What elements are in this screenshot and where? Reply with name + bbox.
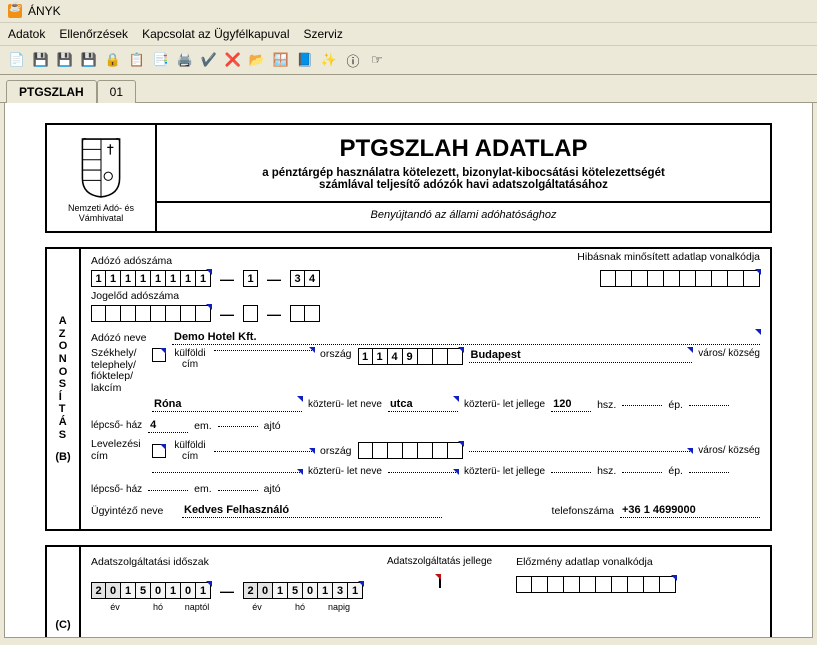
tab-ptgszlah[interactable]: PTGSZLAH <box>6 80 97 103</box>
lepcsohaz-input-2[interactable] <box>689 470 729 473</box>
varos-input-2[interactable] <box>469 449 693 452</box>
kulfoldi-checkbox-2[interactable] <box>152 444 166 458</box>
kulfoldi-checkbox-1[interactable] <box>152 348 166 362</box>
toolbar-check-icon[interactable]: ✔️ <box>198 49 220 71</box>
toolbar-print-icon[interactable]: 🖨️ <box>174 49 196 71</box>
toolbar-info-icon[interactable]: ⓘ <box>342 49 364 71</box>
elozmeny-barcode-input[interactable] <box>516 576 676 593</box>
toolbar-cancel-icon[interactable]: ❌ <box>222 49 244 71</box>
telefon-input[interactable]: +36 1 4699000 <box>620 503 760 518</box>
kozterulet-input-2[interactable] <box>152 470 302 473</box>
lev-label: Levelezési cím <box>91 439 146 462</box>
java-icon <box>8 4 22 18</box>
toolbar-saveall-icon[interactable]: 💾 <box>78 49 100 71</box>
ugyintezo-input[interactable]: Kedves Felhasználó <box>182 503 442 518</box>
toolbar-new-icon[interactable]: 📄 <box>6 49 28 71</box>
section-c: (C) Adatszolgáltatási időszak 20150101 —… <box>45 545 772 638</box>
toolbar-wand-icon[interactable]: ✨ <box>318 49 340 71</box>
form-note: Benyújtandó az állami adóhatósághoz <box>157 201 770 227</box>
tab-row: PTGSZLAH 01 <box>0 75 817 103</box>
telefon-label: telefonszáma <box>552 505 614 517</box>
adozo-neve-input[interactable]: Demo Hotel Kft. <box>172 330 760 345</box>
hsz-input-1[interactable]: 120 <box>551 397 591 412</box>
hiba-barcode-input[interactable] <box>600 270 760 287</box>
tab-page-01[interactable]: 01 <box>97 80 136 103</box>
section-b-letterbar: AZONOSÍTÁS (B) <box>47 249 81 529</box>
menu-ellenorzesek[interactable]: Ellenőrzések <box>59 27 128 41</box>
menu-adatok[interactable]: Adatok <box>8 27 45 41</box>
jogelod-label: Jogelőd adószáma <box>91 290 760 302</box>
form-title: PTGSZLAH ADATLAP <box>157 125 770 167</box>
toolbar-form-icon[interactable]: 📑 <box>150 49 172 71</box>
ajto-input-1[interactable] <box>218 424 258 427</box>
ep-input-2[interactable] <box>622 470 662 473</box>
form-content: Nemzeti Adó- és Vámhivatal PTGSZLAH ADAT… <box>4 103 813 638</box>
addr-label: Székhely/ telephely/ fióktelep/ lakcím <box>91 348 146 394</box>
period-from-input[interactable]: 20150101 <box>91 582 211 599</box>
irsz-input-2[interactable] <box>358 442 463 459</box>
form-header: Nemzeti Adó- és Vámhivatal PTGSZLAH ADAT… <box>45 123 772 233</box>
form-subtitle: a pénztárgép használatra kötelezett, biz… <box>157 167 770 201</box>
toolbar-window-icon[interactable]: 🪟 <box>270 49 292 71</box>
toolbar-saveas-icon[interactable]: 💾 <box>54 49 76 71</box>
kozterulet-input-1[interactable]: Róna <box>152 397 302 412</box>
orszag-input-1[interactable] <box>214 348 314 351</box>
ep-input-1[interactable] <box>622 403 662 406</box>
varos-input-1[interactable]: Budapest <box>469 348 693 363</box>
toolbar: 📄 💾 💾 💾 🔒 📋 📑 🖨️ ✔️ ❌ 📂 🪟 📘 ✨ ⓘ ☞ <box>0 46 817 75</box>
em-input-2[interactable] <box>148 488 188 491</box>
jelleg-checkbox[interactable] <box>439 574 441 588</box>
menu-szerviz[interactable]: Szerviz <box>303 27 342 41</box>
jelleg-label: Adatszolgáltatás jellege <box>387 556 492 567</box>
coat-of-arms-icon <box>53 133 149 203</box>
window-title: ÁNYK <box>28 4 61 18</box>
toolbar-open-icon[interactable]: 📂 <box>246 49 268 71</box>
kozterulet-jelleg-input-1[interactable]: utca <box>388 397 458 412</box>
toolbar-save-icon[interactable]: 💾 <box>30 49 52 71</box>
irsz-input-1[interactable]: 1149 <box>358 348 463 365</box>
toolbar-lock-icon[interactable]: 🔒 <box>102 49 124 71</box>
hsz-input-2[interactable] <box>551 470 591 473</box>
idoszak-label: Adatszolgáltatási időszak <box>91 556 363 568</box>
section-b: AZONOSÍTÁS (B) Adózó adószáma Hibásnak m… <box>45 247 772 531</box>
logo-box: Nemzeti Adó- és Vámhivatal <box>47 125 157 231</box>
header-texts: PTGSZLAH ADATLAP a pénztárgép használatr… <box>157 125 770 231</box>
toolbar-book-icon[interactable]: 📘 <box>294 49 316 71</box>
toolbar-clipboard-icon[interactable]: 📋 <box>126 49 148 71</box>
hiba-label: Hibásnak minősített adatlap vonalkódja <box>577 251 760 263</box>
em-input-1[interactable]: 4 <box>148 418 188 433</box>
toolbar-hand-icon[interactable]: ☞ <box>366 49 388 71</box>
adoszam-input[interactable]: 11111111 <box>91 270 211 287</box>
kozterulet-jelleg-input-2[interactable] <box>388 470 458 473</box>
menu-bar: Adatok Ellenőrzések Kapcsolat az Ügyfélk… <box>0 23 817 46</box>
title-bar: ÁNYK <box>0 0 817 23</box>
section-c-letterbar: (C) <box>47 547 81 638</box>
org-name: Nemzeti Adó- és Vámhivatal <box>53 203 149 223</box>
jogelod-input[interactable] <box>91 305 211 322</box>
adozo-neve-label: Adózó neve <box>91 332 166 344</box>
menu-kapcsolat[interactable]: Kapcsolat az Ügyfélkapuval <box>142 27 289 41</box>
elozmeny-label: Előzmény adatlap vonalkódja <box>516 556 676 568</box>
ajto-input-2[interactable] <box>218 488 258 491</box>
orszag-input-2[interactable] <box>214 449 314 452</box>
lepcsohaz-input-1[interactable] <box>689 403 729 406</box>
ugyintezo-label: Ügyintéző neve <box>91 505 176 517</box>
period-to-input[interactable]: 20150131 <box>243 582 363 599</box>
